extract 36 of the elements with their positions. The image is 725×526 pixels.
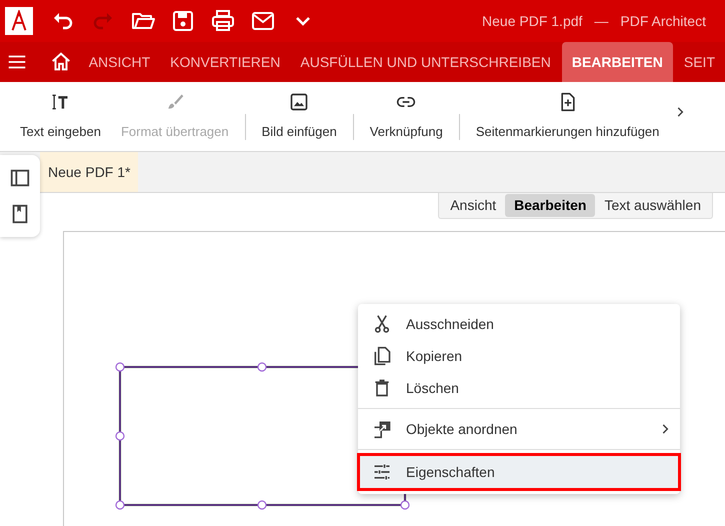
- home-icon: [50, 51, 72, 73]
- printer-icon: [211, 9, 235, 33]
- menu-item[interactable]: Kopieren: [358, 340, 680, 372]
- rectangle-corner-drawing[interactable]: [358, 493, 412, 511]
- mode-button[interactable]: Ansicht: [441, 194, 506, 217]
- app-name: PDF Architect: [620, 12, 706, 30]
- image-icon: [289, 92, 310, 112]
- arrange-icon: [372, 419, 392, 439]
- title-separator: —: [594, 12, 608, 30]
- toolbar-button[interactable]: Verknüpfung: [360, 86, 453, 146]
- panel-toggle-button[interactable]: [9, 167, 31, 189]
- text-cursor-icon: [50, 92, 70, 112]
- menu-item[interactable]: Ausschneiden: [358, 308, 680, 340]
- menu-item[interactable]: Eigenschaften: [358, 454, 680, 490]
- save-icon: [171, 9, 195, 33]
- selected-rectangle-drawing[interactable]: [114, 361, 358, 511]
- scissors-icon: [372, 314, 392, 334]
- envelope-icon: [251, 9, 275, 33]
- ribbon-tab[interactable]: ANSICHT: [78, 42, 160, 82]
- sliders-icon: [372, 462, 392, 482]
- document-title: Neue PDF 1.pdf: [482, 12, 582, 31]
- app-logo: [5, 7, 33, 35]
- toolbar-button[interactable]: Text eingeben: [10, 86, 111, 146]
- copy-icon: [372, 346, 392, 366]
- menu-item[interactable]: Objekte anordnen: [358, 413, 680, 445]
- document-tab[interactable]: Neue PDF 1*: [40, 152, 138, 192]
- toolbar-button[interactable]: Seitenmarkierungen hinzufügen: [466, 86, 670, 146]
- mode-button[interactable]: Text auswählen: [595, 194, 710, 217]
- toolbar-button[interactable]: Bild einfügen: [252, 86, 347, 146]
- ribbon-tab[interactable]: AUSFÜLLEN UND UNTERSCHREIBEN: [290, 42, 561, 82]
- ribbon-tab[interactable]: KONVERTIEREN: [160, 42, 290, 82]
- ribbon-tab[interactable]: SEIT: [674, 42, 725, 82]
- menu-item[interactable]: Löschen: [358, 372, 680, 404]
- sidebar-icon: [9, 167, 31, 189]
- mode-button[interactable]: Bearbeiten: [505, 194, 596, 217]
- ribbon-tab[interactable]: BEARBEITEN: [562, 42, 673, 82]
